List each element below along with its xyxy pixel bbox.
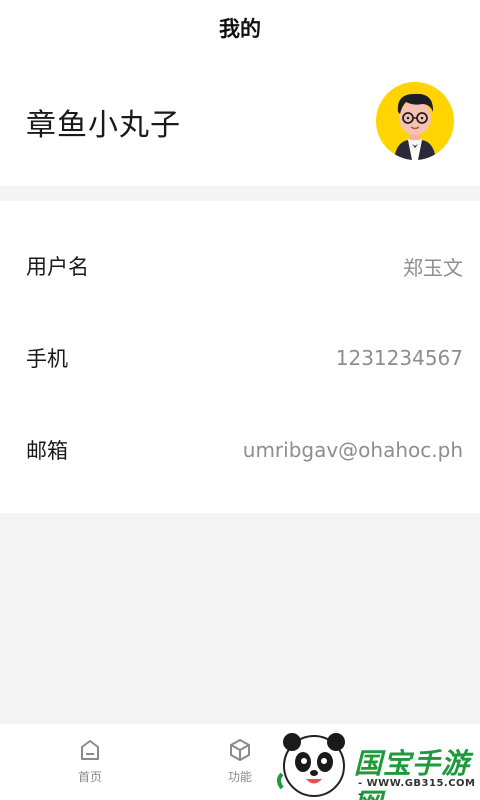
avatar-illustration-icon: [394, 93, 436, 160]
panda-icon: [277, 733, 345, 797]
avatar[interactable]: [376, 82, 454, 160]
username-label: 用户名: [26, 255, 89, 279]
tab-home-label: 首页: [77, 770, 102, 784]
tab-features-label: 功能: [227, 770, 252, 784]
email-label: 邮箱: [26, 439, 68, 463]
watermark-url: - WWW.GB315.COM -: [358, 778, 476, 800]
username-value: 郑玉文: [403, 255, 463, 280]
email-value: umribgav@ohahoc.ph: [242, 438, 463, 462]
phone-value: 1231234567: [335, 346, 463, 370]
info-row-username[interactable]: 用户名 郑玉文: [0, 236, 480, 296]
page-title: 我的: [219, 17, 261, 41]
cube-icon: [230, 739, 250, 761]
account-info-section: 用户名 郑玉文 手机 1231234567 邮箱 umribgav@ohahoc…: [0, 201, 480, 513]
info-row-phone[interactable]: 手机 1231234567: [0, 328, 480, 388]
info-row-email[interactable]: 邮箱 umribgav@ohahoc.ph: [0, 420, 480, 480]
profile-card[interactable]: 章鱼小丸子: [0, 56, 480, 186]
watermark-logo: 国宝手游网 - WWW.GB315.COM -: [266, 724, 480, 800]
tab-home[interactable]: 首页: [50, 738, 130, 794]
home-icon: [81, 740, 99, 760]
top-bar: 我的: [0, 0, 480, 56]
profile-name: 章鱼小丸子: [26, 108, 181, 143]
phone-label: 手机: [26, 347, 68, 371]
